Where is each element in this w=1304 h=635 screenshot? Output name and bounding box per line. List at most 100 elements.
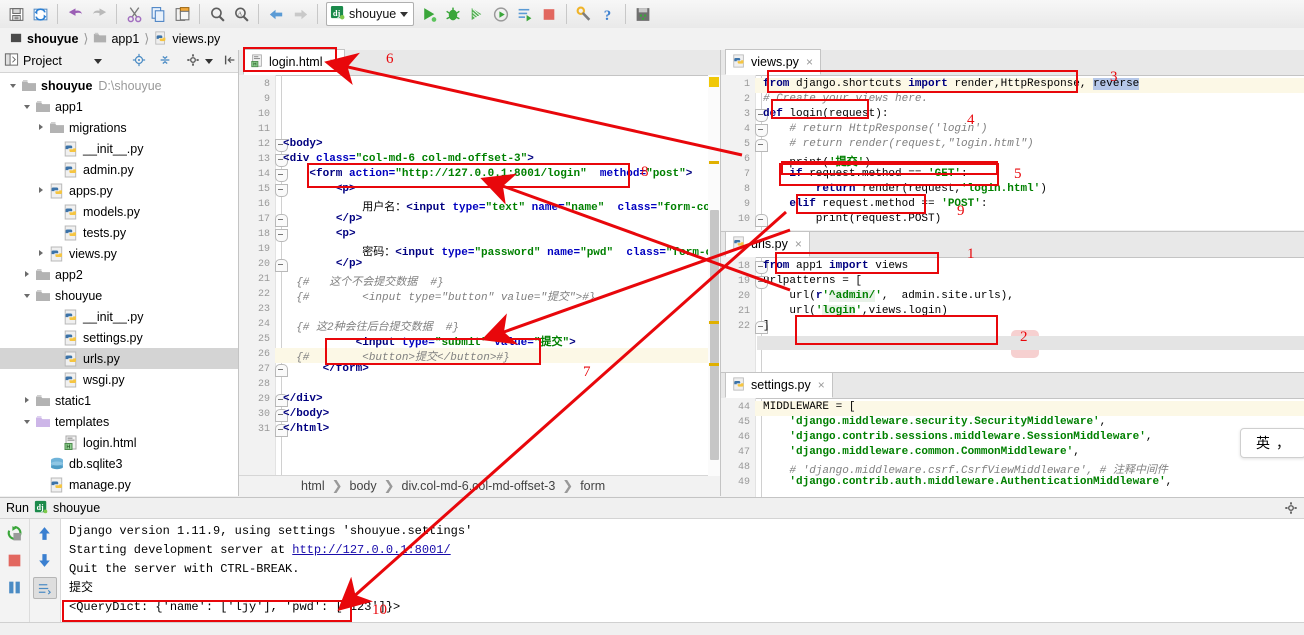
tree-item-login-html[interactable]: Hlogin.html: [0, 432, 238, 453]
code-line[interactable]: 'django.contrib.auth.middleware.Authenti…: [763, 476, 1172, 488]
tree-item-urls-py[interactable]: urls.py: [0, 348, 238, 369]
code-line[interactable]: <body>: [283, 138, 323, 150]
code-line[interactable]: from django.shortcuts import render,Http…: [763, 78, 1140, 90]
code-line[interactable]: url('login',views.login): [763, 305, 948, 317]
chevron-down-icon[interactable]: [22, 290, 34, 302]
settings-wrench-icon[interactable]: [572, 2, 596, 26]
replace-icon[interactable]: A: [229, 2, 253, 26]
cut-icon[interactable]: [122, 2, 146, 26]
tree-item-shouyue[interactable]: shouyue D:\shouyue: [0, 75, 238, 96]
tab-login-html[interactable]: H login.html ×: [243, 49, 345, 75]
chevron-down-icon[interactable]: [204, 58, 213, 64]
search-icon[interactable]: [205, 2, 229, 26]
ime-indicator[interactable]: 英 ，: [1240, 428, 1304, 458]
editor-scrollbar-track[interactable]: [708, 75, 720, 476]
code-line[interactable]: <p>: [283, 183, 356, 195]
gear-icon[interactable]: [186, 53, 200, 70]
code-line[interactable]: ]: [763, 320, 770, 332]
code-area-settings-py[interactable]: MIDDLEWARE = [ 'django.middleware.securi…: [755, 398, 1304, 497]
help-icon[interactable]: ?: [596, 2, 620, 26]
code-line[interactable]: # Create your views here.: [763, 93, 928, 105]
code-line[interactable]: def login(request):: [763, 108, 888, 120]
gear-icon[interactable]: [1284, 501, 1298, 518]
sync-icon[interactable]: [28, 2, 52, 26]
code-area-views-py[interactable]: from django.shortcuts import render,Http…: [755, 75, 1304, 230]
copy-icon[interactable]: [146, 2, 170, 26]
code-line[interactable]: print('提交'): [763, 153, 870, 169]
code-line[interactable]: from app1 import views: [763, 260, 908, 272]
chevron-down-icon[interactable]: [400, 11, 409, 17]
tree-item-static1[interactable]: static1: [0, 390, 238, 411]
chevron-down-icon[interactable]: [8, 80, 20, 92]
code-line[interactable]: </form>: [283, 363, 369, 375]
tab-urls-py[interactable]: urls.py ×: [725, 231, 810, 257]
tree-item-migrations[interactable]: migrations: [0, 117, 238, 138]
redo-icon[interactable]: [87, 2, 111, 26]
tree-item-tests-py[interactable]: tests.py: [0, 222, 238, 243]
debug-icon[interactable]: [441, 2, 465, 26]
code-line[interactable]: # return HttpResponse('login'): [763, 123, 987, 135]
chevron-right-icon[interactable]: [22, 395, 34, 407]
profile-icon[interactable]: [489, 2, 513, 26]
run-coverage-icon[interactable]: [465, 2, 489, 26]
undo-icon[interactable]: [63, 2, 87, 26]
tab-views-py[interactable]: views.py ×: [725, 49, 821, 75]
tree-item-app2[interactable]: app2: [0, 264, 238, 285]
code-line[interactable]: urlpatterns = [: [763, 275, 862, 287]
code-line[interactable]: {# 这个不会提交数据 #}: [283, 273, 443, 289]
chevron-right-icon[interactable]: [22, 269, 34, 281]
code-line[interactable]: </p>: [283, 213, 362, 225]
chevron-down-icon[interactable]: [93, 58, 102, 64]
code-line[interactable]: 用户名：<input type="text" name="name" class…: [283, 198, 720, 214]
tab-settings-py[interactable]: settings.py ×: [725, 372, 833, 398]
code-line[interactable]: {# 这2种会往后台提交数据 #}: [283, 318, 459, 334]
horizontal-scrollbar[interactable]: [757, 336, 1304, 350]
code-line[interactable]: </html>: [283, 423, 329, 435]
paste-icon[interactable]: [170, 2, 194, 26]
code-line[interactable]: <form action="http://127.0.0.1:8001/logi…: [283, 168, 692, 180]
forward-icon[interactable]: [288, 2, 312, 26]
chevron-down-icon[interactable]: [22, 101, 34, 113]
code-line[interactable]: 'django.middleware.security.SecurityMidd…: [763, 416, 1106, 428]
scroll-down-icon[interactable]: [34, 550, 56, 570]
code-line[interactable]: </p>: [283, 258, 362, 270]
pause-icon[interactable]: [4, 577, 26, 597]
code-line[interactable]: {# <input type="button" value="提交">#}: [283, 288, 595, 304]
close-icon[interactable]: ×: [330, 55, 337, 69]
code-line[interactable]: elif request.method == 'POST':: [763, 198, 987, 210]
tree-item-wsgi-py[interactable]: wsgi.py: [0, 369, 238, 390]
code-line[interactable]: # return render(request,"login.html"): [763, 138, 1033, 150]
tree-item-apps-py[interactable]: apps.py: [0, 180, 238, 201]
code-line[interactable]: if request.method == 'GET':: [763, 168, 967, 180]
code-area-login-html[interactable]: <body> <div class="col-md-6 col-md-offset…: [275, 75, 720, 496]
code-line[interactable]: </body>: [283, 408, 329, 420]
tree-item-models-py[interactable]: models.py: [0, 201, 238, 222]
stop-icon[interactable]: [4, 550, 26, 570]
code-line[interactable]: 'django.middleware.common.CommonMiddlewa…: [763, 446, 1079, 458]
locate-icon[interactable]: [132, 53, 146, 70]
tree-item-app1[interactable]: app1: [0, 96, 238, 117]
breadcrumb-item-folder[interactable]: app1: [89, 31, 143, 47]
close-icon[interactable]: ×: [818, 378, 825, 392]
chevron-down-icon[interactable]: [22, 416, 34, 428]
tree-item-views-py[interactable]: views.py: [0, 243, 238, 264]
chevron-right-icon[interactable]: [36, 185, 48, 197]
code-line[interactable]: url(r'^admin/', admin.site.urls),: [763, 290, 1014, 302]
scroll-up-icon[interactable]: [34, 523, 56, 543]
git-icon[interactable]: [631, 2, 655, 26]
chevron-right-icon[interactable]: [36, 248, 48, 260]
tree-item-templates[interactable]: templates: [0, 411, 238, 432]
code-line[interactable]: 密码：<input type="password" name="pwd" cla…: [283, 243, 720, 259]
code-line[interactable]: print(request.POST): [763, 213, 941, 225]
tree-item-admin-py[interactable]: admin.py: [0, 159, 238, 180]
close-icon[interactable]: ×: [795, 237, 802, 251]
run-icon[interactable]: [417, 2, 441, 26]
editor-scrollbar-thumb[interactable]: [710, 210, 719, 460]
code-line[interactable]: <div class="col-md-6 col-md-offset-3">: [283, 153, 534, 165]
code-line[interactable]: # 'django.middleware.csrf.CsrfViewMiddle…: [763, 461, 1167, 477]
tree-item-settings-py[interactable]: settings.py: [0, 327, 238, 348]
code-line[interactable]: {# <button>提交</button>#}: [283, 348, 509, 364]
run-configuration-selector[interactable]: dj shouyue: [326, 2, 415, 26]
close-icon[interactable]: ×: [806, 55, 813, 69]
back-icon[interactable]: [264, 2, 288, 26]
